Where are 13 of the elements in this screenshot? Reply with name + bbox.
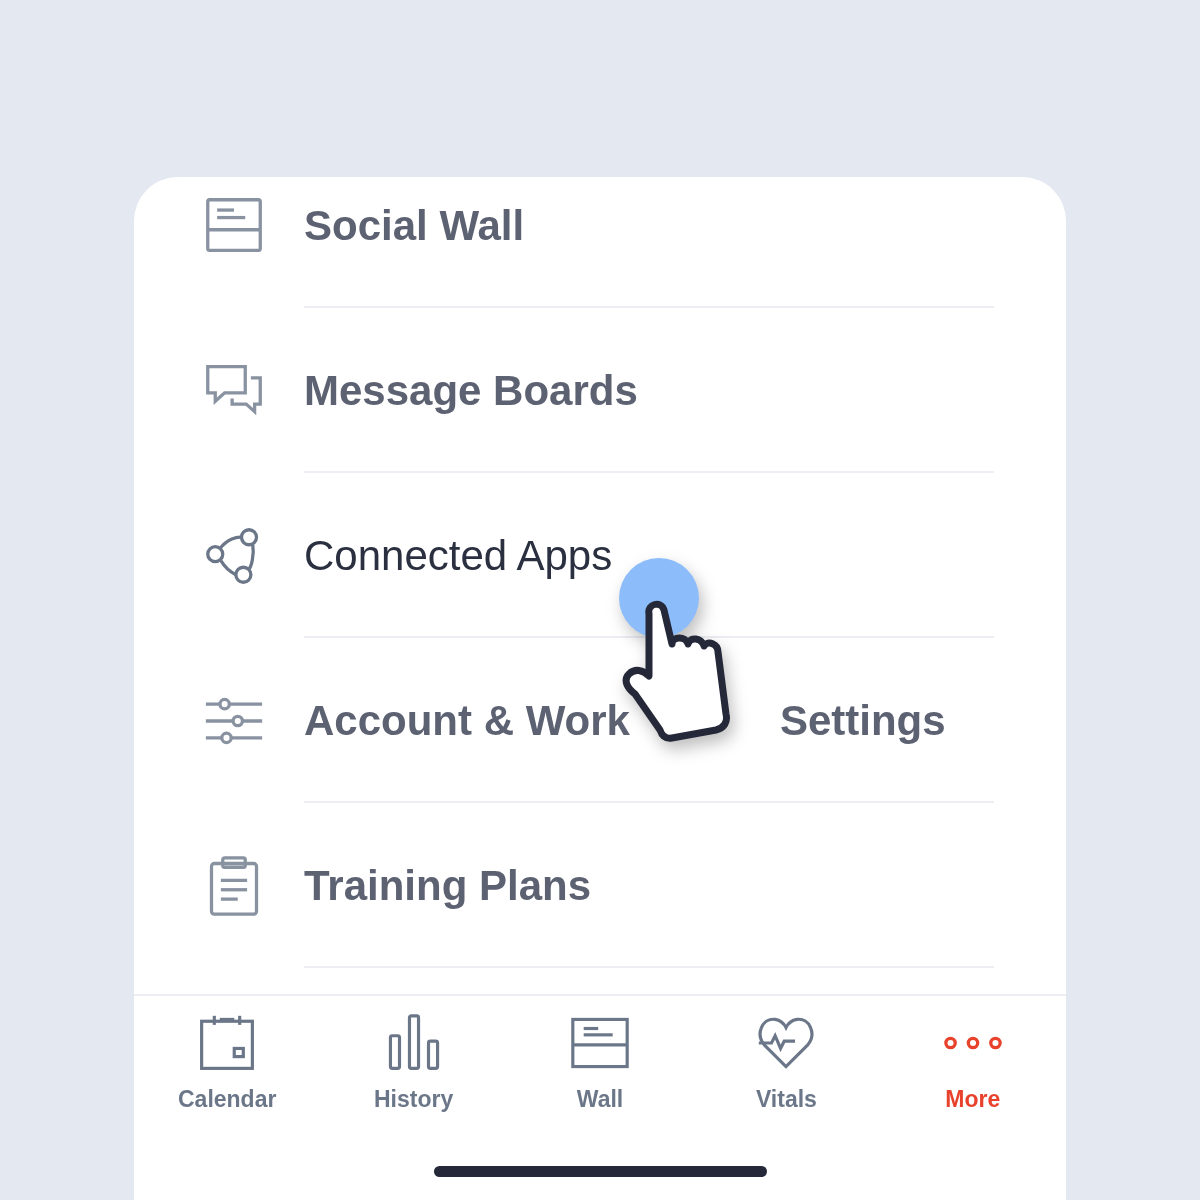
menu-item[interactable]: Social Wall bbox=[304, 201, 525, 250]
menu-item[interactable]: Connected Apps bbox=[304, 531, 613, 580]
menu-item[interactable]: Account & Work bbox=[304, 696, 630, 745]
menu-item[interactable]: Message Boards bbox=[304, 366, 638, 415]
tab[interactable]: Wall bbox=[506, 1014, 694, 1113]
calendar-icon bbox=[198, 1014, 257, 1072]
tab[interactable]: History bbox=[320, 1014, 507, 1113]
more-icon bbox=[943, 1036, 1002, 1050]
tab[interactable]: Calendar bbox=[134, 1014, 321, 1113]
menu-item[interactable]: Training Plans bbox=[304, 861, 592, 910]
menu-item[interactable]: Settings bbox=[779, 696, 946, 745]
tab[interactable]: More bbox=[879, 1014, 1066, 1113]
tab[interactable]: Vitals bbox=[693, 1014, 880, 1113]
